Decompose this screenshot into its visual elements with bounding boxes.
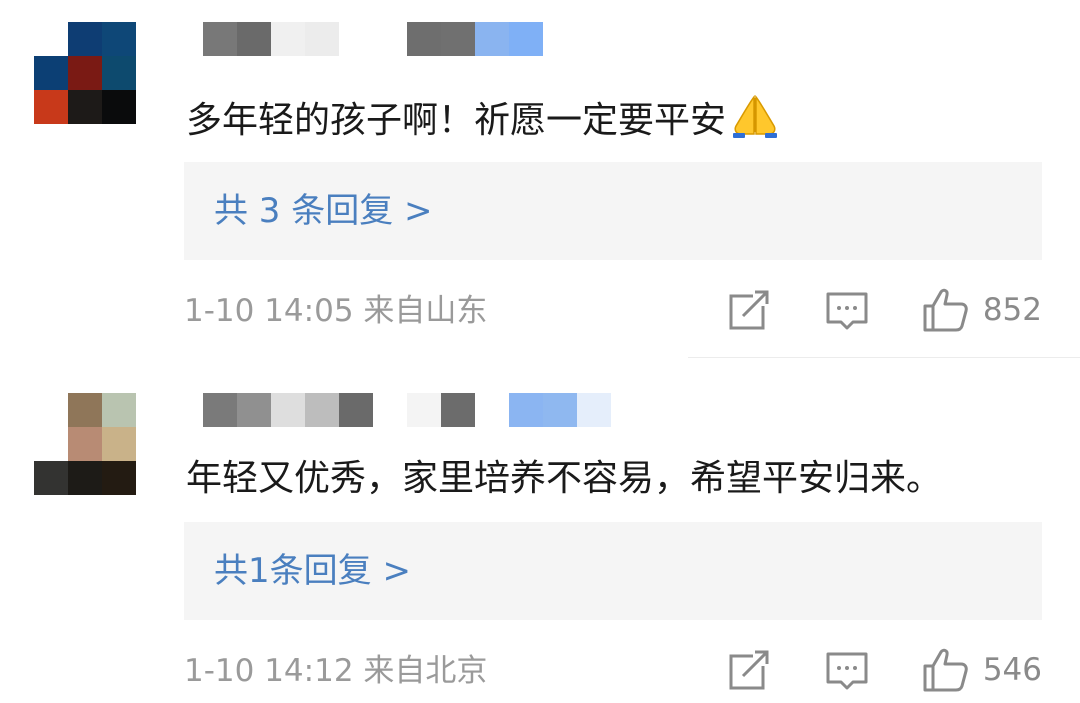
avatar-pixel (102, 90, 136, 124)
username-pixel (407, 393, 441, 427)
comment-item: 多年轻的孩子啊！祈愿一定要平安 共 3 条回复 > 1-10 14:05 来自山… (0, 0, 1080, 355)
avatar-pixel (102, 393, 136, 427)
view-replies-link[interactable]: 共 3 条回复 > (214, 186, 433, 236)
avatar[interactable] (34, 22, 136, 124)
username-pixel (237, 22, 271, 56)
avatar[interactable] (34, 393, 136, 495)
folded-hands-icon (733, 94, 778, 138)
comment-actions: 852 (725, 286, 1042, 334)
username-pixel (305, 22, 339, 56)
username-pixel (509, 393, 543, 427)
avatar-pixel (102, 22, 136, 56)
username-pixel (475, 22, 509, 56)
comment-actions: 546 (725, 646, 1042, 694)
avatar-pixel (68, 56, 102, 90)
username-pixel (305, 393, 339, 427)
avatar-pixel (102, 427, 136, 461)
comment-icon[interactable] (823, 286, 871, 334)
like-count: 852 (982, 292, 1042, 328)
replies-box[interactable]: 共 3 条回复 > (184, 162, 1042, 260)
username-pixel (373, 22, 407, 56)
avatar-pixel (34, 461, 68, 495)
share-icon[interactable] (725, 286, 773, 334)
username-pixel (373, 393, 407, 427)
like-count: 546 (982, 652, 1042, 688)
avatar-pixel (34, 90, 68, 124)
comment-time: 1-10 14:12 (184, 653, 354, 689)
comment-item: 年轻又优秀，家里培养不容易，希望平安归来。 共1条回复 > 1-10 14:12… (0, 360, 1080, 703)
comment-text-content: 多年轻的孩子啊！祈愿一定要平安 (186, 100, 727, 141)
username-pixel (271, 393, 305, 427)
comment-text-content: 年轻又优秀，家里培养不容易，希望平安归来。 (186, 458, 943, 499)
avatar-pixel (102, 461, 136, 495)
comment-location: 来自山东 (363, 293, 488, 329)
divider (688, 357, 1080, 358)
username-pixel (339, 393, 373, 427)
username-pixel (475, 393, 509, 427)
avatar-pixel (102, 56, 136, 90)
username-blurred[interactable] (203, 393, 611, 427)
like-icon[interactable] (921, 286, 969, 334)
comment-meta: 1-10 14:05 来自山东 (184, 291, 487, 331)
avatar-pixel (34, 22, 68, 56)
comment-meta: 1-10 14:12 来自北京 (184, 651, 487, 691)
username-pixel (407, 22, 441, 56)
view-replies-link[interactable]: 共1条回复 > (214, 546, 411, 596)
avatar-pixel (34, 393, 68, 427)
username-pixel (543, 393, 577, 427)
avatar-pixel (34, 427, 68, 461)
username-pixel (577, 393, 611, 427)
username-pixel (271, 22, 305, 56)
username-pixel (203, 22, 237, 56)
avatar-pixel (68, 427, 102, 461)
username-pixel (509, 22, 543, 56)
avatar-pixel (68, 461, 102, 495)
username-pixel (441, 393, 475, 427)
username-pixel (237, 393, 271, 427)
like-icon[interactable] (921, 646, 969, 694)
username-blurred[interactable] (203, 22, 543, 56)
avatar-pixel (68, 22, 102, 56)
avatar-pixel (68, 90, 102, 124)
comment-text: 多年轻的孩子啊！祈愿一定要平安 (186, 94, 780, 146)
replies-box[interactable]: 共1条回复 > (184, 522, 1042, 620)
username-pixel (441, 22, 475, 56)
comment-icon[interactable] (823, 646, 871, 694)
username-pixel (203, 393, 237, 427)
avatar-pixel (34, 56, 68, 90)
avatar-pixel (68, 393, 102, 427)
comment-text: 年轻又优秀，家里培养不容易，希望平安归来。 (186, 454, 942, 504)
comment-location: 来自北京 (363, 653, 488, 689)
username-pixel (339, 22, 373, 56)
comment-time: 1-10 14:05 (184, 293, 354, 329)
share-icon[interactable] (725, 646, 773, 694)
